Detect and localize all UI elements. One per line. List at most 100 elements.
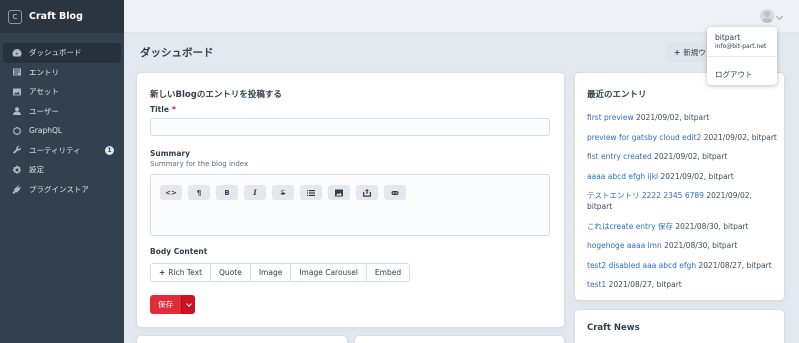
sidebar-item-dashboard[interactable]: ダッシュボード: [3, 43, 121, 63]
code-icon[interactable]: <>: [160, 185, 182, 200]
editor-toolbar: <> ¶ B I S: [160, 185, 412, 200]
add-rich-text-button[interactable]: + Rich Text: [151, 264, 212, 281]
add-image-button[interactable]: Image: [251, 264, 292, 281]
title-input[interactable]: [150, 118, 550, 136]
entry-link[interactable]: fist entry created: [587, 152, 652, 161]
sidebar-item-settings[interactable]: 設定: [3, 160, 121, 180]
entry-link[interactable]: これはcreate entry 保存: [587, 222, 673, 231]
sidebar-item-graphql[interactable]: GraphQL: [3, 121, 121, 141]
sidebar-item-assets[interactable]: アセット: [3, 82, 121, 102]
sidebar-item-label: ユーティリティ: [29, 145, 81, 155]
save-options-button[interactable]: [181, 295, 195, 314]
entry-meta: 2021/09/02, bitpart: [654, 152, 728, 161]
embed-icon[interactable]: [356, 185, 378, 200]
entry-meta: 2021/08/30, bitpart: [675, 221, 749, 231]
widget-placeholder-left: [137, 336, 347, 343]
paragraph-icon[interactable]: ¶: [188, 185, 210, 200]
gear-icon: [12, 165, 22, 175]
list-item: これはcreate entry 保存 2021/08/30, bitpart: [587, 221, 779, 232]
user-menu: bitpart info@bit-part.net ログアウト: [707, 27, 777, 85]
sidebar-item-label: プラグインストア: [29, 184, 89, 194]
summary-field-label: Summary: [150, 149, 191, 158]
add-image-carousel-button[interactable]: Image Carousel: [291, 264, 367, 281]
summary-editor[interactable]: <> ¶ B I S: [150, 174, 550, 236]
strikethrough-icon[interactable]: S: [272, 185, 294, 200]
italic-icon[interactable]: I: [244, 185, 266, 200]
user-menu-email: info@bit-part.net: [715, 43, 767, 50]
sidebar: C Craft Blog ダッシュボード エントリ アセット ユーザー Grap…: [0, 0, 124, 343]
entry-meta: 2021/09/02, bitpart: [703, 132, 777, 142]
craft-news-title: Craft News: [587, 323, 640, 333]
add-quote-button[interactable]: Quote: [211, 264, 251, 281]
top-bar: [124, 0, 799, 33]
recent-entries-title: 最近のエントリ: [587, 90, 647, 100]
recent-entries-list: first preview 2021/09/02, bitpart previe…: [587, 112, 779, 299]
divider: [707, 56, 777, 57]
assets-icon: [12, 87, 22, 97]
graphql-icon: [12, 126, 22, 136]
image-icon[interactable]: [328, 185, 350, 200]
sidebar-item-label: 設定: [29, 165, 44, 175]
entry-link[interactable]: hogehoge aaaa lmn: [587, 241, 662, 250]
logout-link[interactable]: ログアウト: [715, 69, 753, 80]
entries-icon: [12, 67, 22, 77]
list-item: hogehoge aaaa lmn 2021/08/30, bitpart: [587, 240, 779, 251]
matrix-block-buttons: + Rich Text Quote Image Image Carousel Em…: [150, 263, 411, 282]
utilities-badge: 1: [105, 145, 114, 155]
list-item: aaaa abcd efgh ijkl 2021/09/02, bitpart: [587, 171, 779, 182]
entry-link[interactable]: test1: [587, 280, 606, 289]
users-icon: [12, 106, 22, 116]
matrix-btn-label: Rich Text: [168, 268, 203, 277]
save-button[interactable]: 保存: [150, 295, 181, 314]
sidebar-item-label: ユーザー: [29, 106, 59, 116]
sidebar-item-utilities[interactable]: ユーティリティ 1: [3, 141, 121, 161]
summary-hint: Summary for the blog index: [150, 160, 249, 168]
dashboard-icon: [12, 48, 22, 58]
site-logo: C: [8, 9, 22, 24]
list-item: test2 disabled aaa abcd efgh 2021/08/27,…: [587, 260, 779, 271]
list-item: fist entry created 2021/09/02, bitpart: [587, 151, 779, 162]
link-icon[interactable]: [384, 185, 406, 200]
site-name: Craft Blog: [29, 11, 83, 22]
sidebar-item-label: GraphQL: [29, 126, 63, 136]
user-menu-name: bitpart: [715, 33, 741, 42]
page-title: ダッシュボード: [140, 47, 214, 59]
plus-icon: +: [159, 268, 166, 277]
sidebar-item-entries[interactable]: エントリ: [3, 63, 121, 83]
italic-glyph: I: [253, 188, 257, 197]
plug-icon: [12, 184, 22, 194]
entry-meta: 2021/08/27, bitpart: [608, 280, 682, 289]
entry-meta: 2021/08/30, bitpart: [664, 241, 738, 250]
bold-icon[interactable]: B: [216, 185, 238, 200]
entry-link[interactable]: first preview: [587, 113, 634, 122]
entry-meta: 2021/09/02, bitpart: [636, 113, 710, 122]
entry-meta: 2021/08/27, bitpart: [698, 260, 772, 270]
entry-link[interactable]: aaaa abcd efgh ijkl: [587, 172, 658, 181]
widget-placeholder-right: [355, 336, 564, 343]
list-item: preview for gatsby cloud edit2 2021/09/0…: [587, 132, 779, 143]
new-widget-label: 新規ウ: [683, 48, 706, 57]
entry-meta: 2021/09/02, bitpart: [660, 171, 734, 181]
sidebar-item-label: ダッシュボード: [29, 48, 82, 58]
sidebar-item-plugin-store[interactable]: プラグインストア: [3, 180, 121, 200]
entry-link[interactable]: test2 disabled aaa abcd efgh: [587, 261, 696, 270]
body-content-label: Body Content: [150, 247, 208, 256]
wrench-icon: [12, 145, 22, 155]
sidebar-nav: ダッシュボード エントリ アセット ユーザー GraphQL ユーティリティ 1…: [0, 43, 124, 199]
entry-link[interactable]: テストエントリ 2222 2345 6789: [587, 191, 704, 200]
save-button-group: 保存: [150, 295, 195, 314]
strike-glyph: S: [280, 188, 286, 197]
sidebar-item-label: アセット: [29, 87, 59, 97]
entry-link[interactable]: preview for gatsby cloud edit2: [587, 133, 701, 142]
user-avatar[interactable]: [760, 9, 774, 23]
sidebar-item-users[interactable]: ユーザー: [3, 102, 121, 122]
title-field-label: Title *: [150, 105, 176, 114]
plus-icon: +: [674, 48, 681, 57]
title-label-text: Title: [150, 105, 169, 114]
list-icon[interactable]: [300, 185, 322, 200]
list-item: test1 2021/08/27, bitpart: [587, 279, 779, 290]
list-item: テストエントリ 2222 2345 6789 2021/09/02, bitpa…: [587, 190, 779, 212]
required-marker: *: [171, 105, 176, 114]
site-brand[interactable]: C Craft Blog: [0, 0, 124, 33]
add-embed-button[interactable]: Embed: [367, 264, 409, 281]
